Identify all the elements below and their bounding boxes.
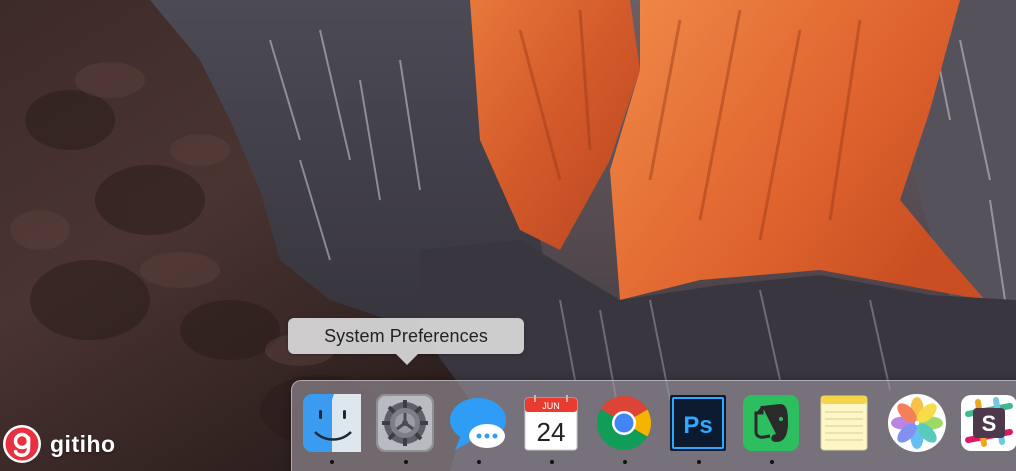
notes-icon: [820, 395, 868, 451]
finder-icon: [303, 394, 361, 452]
photos-icon: [888, 394, 946, 452]
calendar-day: 24: [537, 417, 566, 447]
dock-tooltip-text: System Preferences: [324, 325, 488, 346]
calendar-month: JUN: [542, 401, 560, 411]
chrome-icon: [597, 396, 652, 451]
dock-item-photos[interactable]: [886, 392, 948, 454]
dock-running-indicator: [550, 460, 554, 464]
dock-running-indicator: [770, 460, 774, 464]
messages-icon: [450, 398, 506, 450]
dock-running-indicator: [623, 460, 627, 464]
dock-running-indicator: [330, 460, 334, 464]
dock-item-calendar[interactable]: JUN 24: [520, 392, 582, 454]
dock-item-finder[interactable]: [301, 392, 363, 454]
dock-tooltip-arrow: [396, 354, 418, 365]
dock-item-evernote[interactable]: [740, 392, 802, 454]
dock-item-slack[interactable]: S: [958, 392, 1016, 454]
system-preferences-icon: [376, 394, 434, 452]
slack-icon: S: [961, 395, 1016, 451]
desktop: System Preferences JUN 24 Ps S gitiho: [0, 0, 1016, 471]
photoshop-label: Ps: [683, 412, 712, 439]
dock-running-indicator: [404, 460, 408, 464]
gitiho-logo-icon: [3, 425, 41, 463]
calendar-icon: JUN 24: [524, 395, 578, 451]
dock-item-photoshop[interactable]: Ps: [667, 392, 729, 454]
watermark-text: gitiho: [50, 430, 116, 457]
dock-item-messages[interactable]: [447, 392, 509, 454]
dock-item-notes[interactable]: [813, 392, 875, 454]
dock-running-indicator: [697, 460, 701, 464]
evernote-icon: [743, 395, 799, 451]
dock-item-chrome[interactable]: [593, 392, 655, 454]
dock-running-indicator: [477, 460, 481, 464]
slack-label: S: [982, 411, 997, 436]
photoshop-icon: Ps: [670, 395, 726, 451]
dock-tooltip: System Preferences: [288, 318, 524, 354]
watermark: gitiho: [2, 424, 116, 464]
dock-item-system-preferences[interactable]: [374, 392, 436, 454]
